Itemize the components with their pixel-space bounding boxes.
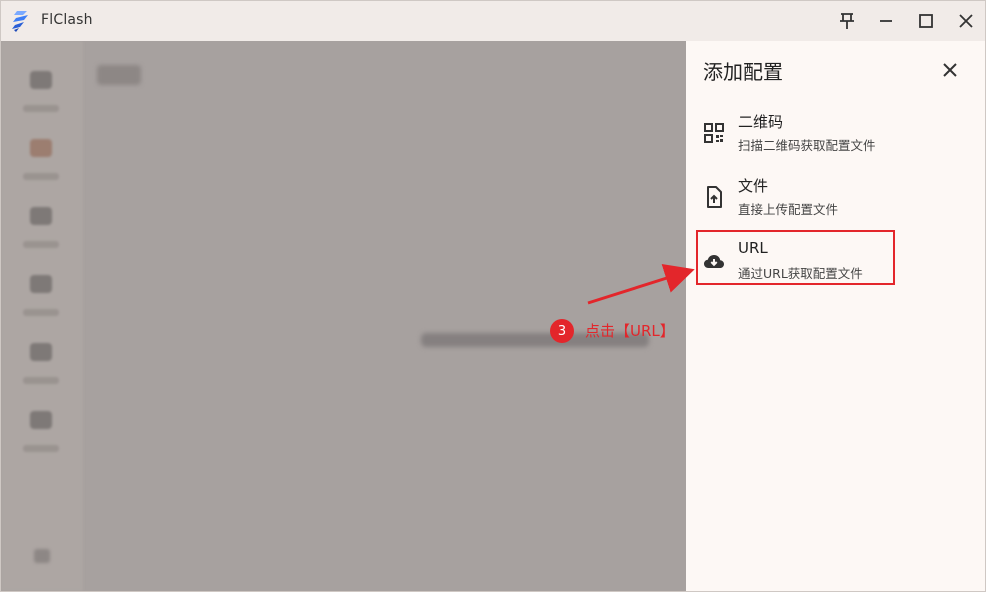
annotation-instruction: 点击【URL】 <box>585 322 675 340</box>
pin-icon <box>840 13 854 29</box>
blurred-page-title <box>97 65 141 85</box>
blurred-nav-icon <box>30 343 52 361</box>
blurred-nav-icon <box>30 411 52 429</box>
maximize-button[interactable] <box>912 7 940 35</box>
add-profile-sheet: 添加配置 二维码 扫描二维码获取配置文件 文件 直接上传配置文件 URL 通过U… <box>686 41 985 591</box>
blurred-nav-label <box>23 105 59 112</box>
step-number-badge: 3 <box>550 319 574 343</box>
qr-code-option[interactable]: 二维码 扫描二维码获取配置文件 <box>698 109 958 161</box>
blurred-bottom-icon <box>34 549 50 563</box>
qr-code-option-subtitle: 扫描二维码获取配置文件 <box>738 138 876 153</box>
close-icon <box>943 63 957 77</box>
blurred-nav-icon <box>30 71 52 89</box>
sheet-close-button[interactable] <box>936 56 964 84</box>
title-bar: FlClash <box>1 1 985 41</box>
pin-button[interactable] <box>833 7 861 35</box>
blurred-nav-label <box>23 241 59 248</box>
file-option[interactable]: 文件 直接上传配置文件 <box>698 173 958 225</box>
minimize-icon <box>880 20 892 22</box>
close-window-button[interactable] <box>952 7 980 35</box>
file-upload-icon <box>707 186 722 208</box>
sheet-title: 添加配置 <box>703 60 783 84</box>
url-option-highlight-box <box>696 230 895 285</box>
qr-code-option-title: 二维码 <box>738 113 784 131</box>
blurred-nav-label <box>23 173 59 180</box>
window-title: FlClash <box>41 12 93 28</box>
file-option-subtitle: 直接上传配置文件 <box>738 202 839 217</box>
app-window: FlClash 添加配置 二维码 扫描二维码获取配置文件 文件 直接上传配置文件… <box>0 0 986 592</box>
qr-code-icon <box>704 123 724 143</box>
maximize-icon <box>919 14 933 28</box>
minimize-button[interactable] <box>872 7 900 35</box>
blurred-main-content <box>1 41 686 591</box>
blurred-nav-icon <box>30 275 52 293</box>
file-option-title: 文件 <box>738 177 769 195</box>
blurred-nav-icon <box>30 207 52 225</box>
blurred-nav-label <box>23 377 59 384</box>
flclash-logo-icon <box>12 11 28 32</box>
blurred-navigation-rail <box>1 41 83 591</box>
blurred-nav-label <box>23 445 59 452</box>
blurred-nav-icon-active <box>30 139 52 157</box>
close-icon <box>959 14 973 28</box>
blurred-nav-label <box>23 309 59 316</box>
